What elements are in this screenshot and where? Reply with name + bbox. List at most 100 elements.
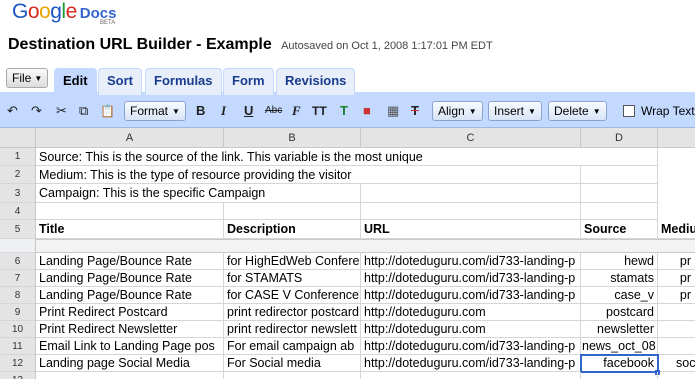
cell-c3[interactable] <box>361 184 581 203</box>
cell-source[interactable]: newsletter <box>581 321 658 338</box>
cell-a4[interactable] <box>36 203 224 220</box>
cell-url[interactable]: http://doteduguru.com/id733-landing-p <box>361 355 581 372</box>
cell-title[interactable]: Landing Page/Bounce Rate <box>36 253 224 270</box>
cell-source[interactable]: hewd <box>581 253 658 270</box>
row-header[interactable]: 12 <box>0 355 36 372</box>
font-family-icon[interactable]: F <box>292 103 301 119</box>
tab-edit[interactable]: Edit <box>54 68 97 95</box>
wrap-text-checkbox[interactable] <box>623 105 635 117</box>
cell-b1[interactable] <box>224 148 361 166</box>
tab-formulas[interactable]: Formulas <box>145 68 222 95</box>
header-cell-description[interactable]: Description <box>224 220 361 239</box>
italic-icon[interactable]: I <box>221 103 226 119</box>
borders-icon[interactable]: ▦ <box>387 103 399 119</box>
cell-b2[interactable] <box>224 166 361 184</box>
bold-icon[interactable]: B <box>196 103 205 119</box>
text-color-icon[interactable]: T <box>340 103 348 119</box>
header-cell-url[interactable]: URL <box>361 220 581 239</box>
cell-description[interactable]: for HighEdWeb Confere <box>224 253 361 270</box>
grid-corner[interactable] <box>0 128 36 148</box>
cut-icon[interactable]: ✂ <box>56 103 67 119</box>
column-header-e[interactable] <box>658 128 695 148</box>
cell-d2[interactable] <box>581 166 658 184</box>
format-menu-button[interactable]: Format ▼ <box>124 101 186 121</box>
column-header-d[interactable]: D <box>581 128 658 148</box>
cell-description[interactable]: for CASE V Conference <box>224 287 361 304</box>
tab-revisions[interactable]: Revisions <box>276 68 356 95</box>
cell-title[interactable]: Landing page Social Media <box>36 355 224 372</box>
header-cell-source[interactable]: Source <box>581 220 658 239</box>
cell-title[interactable]: Print Redirect Newsletter <box>36 321 224 338</box>
insert-menu-button[interactable]: Insert ▼ <box>488 101 542 121</box>
cell-a13[interactable] <box>36 372 224 379</box>
cell-a2[interactable]: Medium: This is the type of resource pro… <box>36 166 351 184</box>
cell-source[interactable]: postcard <box>581 304 658 321</box>
row-header[interactable]: 8 <box>0 287 36 304</box>
cell-b4[interactable] <box>224 203 361 220</box>
row-header[interactable]: 4 <box>0 203 36 220</box>
file-menu-button[interactable]: File ▼ <box>6 68 49 88</box>
cell-url[interactable]: http://doteduguru.com/id733-landing-p <box>361 287 581 304</box>
row-header[interactable]: 5 <box>0 220 36 239</box>
cell-url[interactable]: http://doteduguru.com/id733-landing-p <box>361 338 581 355</box>
tab-form[interactable]: Form <box>223 68 274 95</box>
delete-menu-button[interactable]: Delete ▼ <box>548 101 607 121</box>
cell-b13[interactable] <box>224 372 361 379</box>
cell-title[interactable]: Landing Page/Bounce Rate <box>36 287 224 304</box>
cell-d3[interactable] <box>581 184 658 203</box>
cell-d13[interactable] <box>581 372 658 379</box>
cell-medium[interactable]: pr <box>658 270 695 287</box>
font-size-icon[interactable]: TT <box>312 103 327 119</box>
frozen-row-divider[interactable] <box>0 239 36 253</box>
background-color-icon[interactable]: ■ <box>363 103 371 119</box>
cell-description[interactable]: For Social media <box>224 355 361 372</box>
cell-medium[interactable]: soc <box>658 355 695 372</box>
cell-c2[interactable] <box>361 166 581 184</box>
strikethrough-icon[interactable]: Abc <box>265 103 282 119</box>
cell-title[interactable]: Email Link to Landing Page pos <box>36 338 224 355</box>
cell-url[interactable]: http://doteduguru.com <box>361 321 581 338</box>
align-menu-button[interactable]: Align ▼ <box>432 101 483 121</box>
clear-formatting-icon[interactable]: T <box>411 103 419 119</box>
row-header[interactable]: 3 <box>0 184 36 203</box>
row-header[interactable]: 13 <box>0 372 36 379</box>
cell-medium[interactable] <box>658 338 695 355</box>
column-header-c[interactable]: C <box>361 128 581 148</box>
row-header[interactable]: 10 <box>0 321 36 338</box>
cell-description[interactable]: print redirector postcard <box>224 304 361 321</box>
cell-a1[interactable]: Source: This is the source of the link. … <box>36 148 423 166</box>
cell-d1[interactable] <box>581 148 658 166</box>
row-header[interactable]: 2 <box>0 166 36 184</box>
cell-title[interactable]: Print Redirect Postcard <box>36 304 224 321</box>
header-cell-title[interactable]: Title <box>36 220 224 239</box>
copy-icon[interactable]: ⧉ <box>79 103 88 119</box>
cell-description[interactable]: print redirector newslett <box>224 321 361 338</box>
row-header[interactable]: 6 <box>0 253 36 270</box>
cell-c1[interactable] <box>361 148 581 166</box>
cell-medium[interactable] <box>658 304 695 321</box>
column-header-b[interactable]: B <box>224 128 361 148</box>
cell-title[interactable]: Landing Page/Bounce Rate <box>36 270 224 287</box>
redo-icon[interactable]: ↷ <box>31 103 42 119</box>
cell-source[interactable]: news_oct_08 <box>581 338 658 355</box>
row-header[interactable]: 1 <box>0 148 36 166</box>
column-header-a[interactable]: A <box>36 128 224 148</box>
cell-description[interactable]: for STAMATS <box>224 270 361 287</box>
cell-d4[interactable] <box>581 203 658 220</box>
cell-b3[interactable] <box>224 184 361 203</box>
paste-icon[interactable]: 📋 <box>100 103 115 119</box>
cell-url[interactable]: http://doteduguru.com/id733-landing-p <box>361 270 581 287</box>
selected-cell-source[interactable]: facebook <box>580 354 659 373</box>
undo-icon[interactable]: ↶ <box>7 103 18 119</box>
underline-icon[interactable]: U <box>244 103 253 119</box>
cell-a3[interactable]: Campaign: This is the specific Campaign <box>36 184 265 203</box>
cell-medium[interactable]: pr <box>658 287 695 304</box>
cell-c4[interactable] <box>361 203 581 220</box>
cell-medium[interactable] <box>658 321 695 338</box>
document-title[interactable]: Destination URL Builder - Example <box>8 36 272 53</box>
cell-source[interactable]: stamats <box>581 270 658 287</box>
row-header[interactable]: 7 <box>0 270 36 287</box>
cell-source[interactable]: case_v <box>581 287 658 304</box>
frozen-divider[interactable] <box>36 239 695 253</box>
header-cell-medium[interactable]: Mediu <box>658 220 695 239</box>
